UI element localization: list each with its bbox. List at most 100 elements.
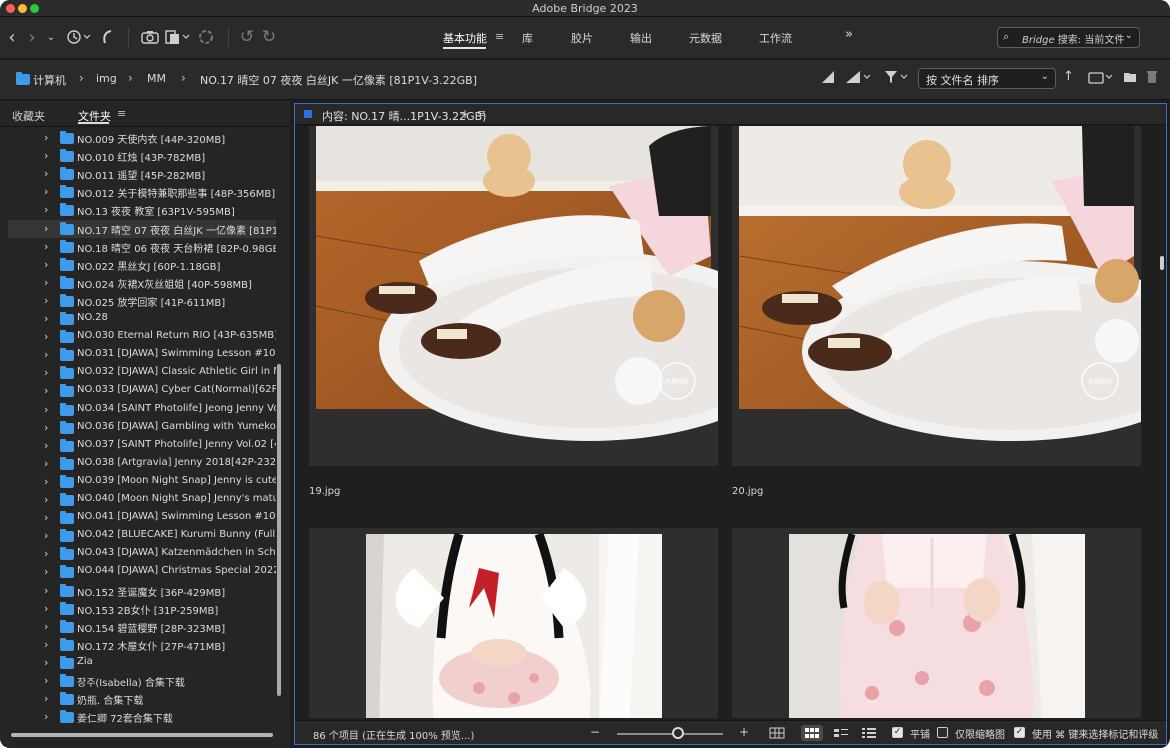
lock-grid-checkbox[interactable]: ✓ [892,727,903,738]
new-folder-icon[interactable] [1123,70,1137,88]
copy-files-icon[interactable] [164,26,192,48]
sort-ascending-icon[interactable]: ↑ [1063,69,1074,84]
recent-history-icon[interactable] [66,26,92,48]
tab-favorites[interactable]: 收藏夹 [12,108,45,124]
breadcrumb-mm[interactable]: MM [147,72,166,85]
folder-tree-item[interactable]: › NO.030 Eternal Return RIO [43P-635MB] [8,328,276,346]
thumbnail-filename[interactable]: 20.jpg [732,486,763,497]
recent-folders-icon[interactable] [1088,70,1116,88]
tab-filmstrip[interactable]: 胶片 [571,30,593,46]
folder-tree-item[interactable]: › NO.010 红烛 [43P-782MB] [8,147,276,165]
zoom-out-button[interactable]: − [590,725,600,739]
horizontal-scrollbar[interactable] [11,733,273,737]
expand-chevron-icon[interactable]: › [44,167,48,180]
folder-tree-item[interactable]: › NO.034 [SAINT Photolife] Jeong Jenny Vo… [8,401,276,419]
folder-tree-item[interactable]: › NO.042 [BLUECAKE] Kurumi Bunny (Full Ve… [8,527,276,545]
expand-chevron-icon[interactable]: › [44,475,48,488]
boomerang-icon[interactable] [100,26,116,48]
expand-chevron-icon[interactable]: › [44,258,48,271]
folder-tree-item[interactable]: › NO.044 [DJAWA] Christmas Special 2022 [… [8,563,276,581]
forward-arrow-icon[interactable]: › [24,26,40,48]
expand-chevron-icon[interactable]: › [44,674,48,687]
expand-chevron-icon[interactable]: › [44,457,48,470]
vertical-scrollbar[interactable] [1160,256,1164,270]
zoom-in-button[interactable]: + [739,725,749,739]
expand-chevron-icon[interactable]: › [44,710,48,723]
folder-tree-item[interactable]: › NO.153 2B女仆 [31P-259MB] [8,600,276,618]
expand-chevron-icon[interactable]: › [44,692,48,705]
folder-tree-item[interactable]: › NO.040 [Moon Night Snap] Jenny's maturi… [8,491,276,509]
folder-tree-item[interactable]: › NO.043 [DJAWA] Katzenmädchen in Schulun… [8,545,276,563]
tab-output[interactable]: 输出 [630,30,652,46]
add-tab-icon[interactable]: + [460,107,470,121]
refresh-icon[interactable] [197,26,215,48]
thumbnail-cell[interactable]: 有趣相册 [309,126,718,466]
folder-tree-item[interactable]: › NO.038 [Artgravia] Jenny 2018[42P-232MB… [8,455,276,473]
tab-libraries[interactable]: 库 [522,30,533,46]
folder-tree-item[interactable]: › NO.172 木屋女仆 [27P-471MB] [8,636,276,654]
folder-tree-item[interactable]: › NO.041 [DJAWA] Swimming Lesson #10 (Ver… [8,509,276,527]
expand-chevron-icon[interactable]: › [44,366,48,379]
tab-workflow[interactable]: 工作流 [759,30,792,46]
thumbnails-only-checkbox[interactable] [937,727,948,738]
tab-essentials[interactable]: 基本功能 [443,30,487,46]
grid-lock-icon[interactable] [766,725,788,741]
expand-chevron-icon[interactable]: › [44,222,48,235]
expand-chevron-icon[interactable]: › [44,131,48,144]
expand-chevron-icon[interactable]: › [44,493,48,506]
expand-chevron-icon[interactable]: › [44,547,48,560]
sort-select[interactable]: 按 文件名 排序 ⌄ [918,68,1056,89]
folder-tree-item[interactable]: › NO.032 [DJAWA] Classic Athletic Girl in… [8,364,276,382]
workspace-menu-icon[interactable]: ≡ [495,30,504,43]
expand-chevron-icon[interactable]: › [44,602,48,615]
folder-tree-item[interactable]: › NO.033 [DJAWA] Cyber Cat(Normal)[62P-95… [8,382,276,400]
folder-tree-item[interactable]: › NO.18 晴空 06 夜夜 天台粉裙 [82P-0.98GB] [8,238,276,256]
rating-filter-icon[interactable] [845,70,873,88]
folder-tree-item[interactable]: › NO.009 天使内衣 [44P-320MB] [8,129,276,147]
thumbnail-size-slider[interactable] [617,733,723,735]
expand-chevron-icon[interactable]: › [44,276,48,289]
folder-tree-item[interactable]: › NO.024 灰裙X灰丝姐姐 [40P-598MB] [8,274,276,292]
chevron-down-icon[interactable]: ⌄ [44,26,58,48]
expand-chevron-icon[interactable]: › [44,638,48,651]
chevron-down-icon[interactable]: ⌄ [1125,30,1133,41]
expand-chevron-icon[interactable]: › [44,511,48,524]
expand-chevron-icon[interactable]: › [44,294,48,307]
breadcrumb-current-folder[interactable]: NO.17 晴空 07 夜夜 白丝JK 一亿像素 [81P1V-3.22GB] [200,72,477,88]
tab-metadata[interactable]: 元数据 [689,30,722,46]
filter-icon[interactable] [884,70,912,88]
trash-icon[interactable] [1146,70,1158,88]
folder-tree-item[interactable]: › NO.17 晴空 07 夜夜 白丝JK 一亿像素 [81P1V [8,219,276,238]
expand-chevron-icon[interactable]: › [44,330,48,343]
folder-tree-item[interactable]: › NO.037 [SAINT Photolife] Jenny Vol.02 [… [8,437,276,455]
breadcrumb-img[interactable]: img [96,72,117,85]
folder-tree-item[interactable]: › NO.039 [Moon Night Snap] Jenny is cute … [8,473,276,491]
expand-chevron-icon[interactable]: › [44,203,48,216]
folder-tree-item[interactable]: › NO.022 黑丝女J [60P-1.18GB] [8,256,276,274]
expand-chevron-icon[interactable]: › [44,620,48,633]
expand-chevron-icon[interactable]: › [44,312,48,325]
expand-chevron-icon[interactable]: › [44,348,48,361]
thumbnail-cell[interactable]: 有趣相册 [732,126,1141,466]
folder-tree-item[interactable]: › NO.011 遥望 [45P-282MB] [8,165,276,183]
quality-options-icon[interactable] [821,70,835,88]
rotate-left-icon[interactable]: ↺ [238,26,256,48]
folder-tree-item[interactable]: › 奶瓶. 合集下载 [8,690,276,708]
folder-tree-item[interactable]: › NO.025 放学回家 [41P-611MB] [8,292,276,310]
folder-tree-item[interactable]: › NO.036 [DJAWA] Gambling with Yumeko [29… [8,419,276,437]
details-view-icon[interactable] [830,725,852,741]
folder-tree-item[interactable]: › NO.154 碧蓝樱野 [28P-323MB] [8,618,276,636]
folder-tree-item[interactable]: › NO.152 圣诞魔女 [36P-429MB] [8,582,276,600]
folder-tree-item[interactable]: › 姜仁卿 72套合集下载 [8,708,276,726]
cmd-select-checkbox[interactable]: ✓ [1014,727,1025,738]
thumbnail-cell[interactable] [309,528,718,718]
expand-chevron-icon[interactable]: › [44,240,48,253]
folder-tree-item[interactable]: › NO.13 夜夜 教室 [63P1V-595MB] [8,201,276,219]
thumbnail-view-icon[interactable] [801,725,823,741]
search-input[interactable]: ⌕ Bridge 搜索: 当前文件 ⌄ [997,27,1140,48]
slider-handle[interactable] [672,727,685,739]
camera-icon[interactable] [140,26,160,48]
expand-chevron-icon[interactable]: › [44,656,48,669]
expand-chevron-icon[interactable]: › [44,384,48,397]
expand-chevron-icon[interactable]: › [44,565,48,578]
